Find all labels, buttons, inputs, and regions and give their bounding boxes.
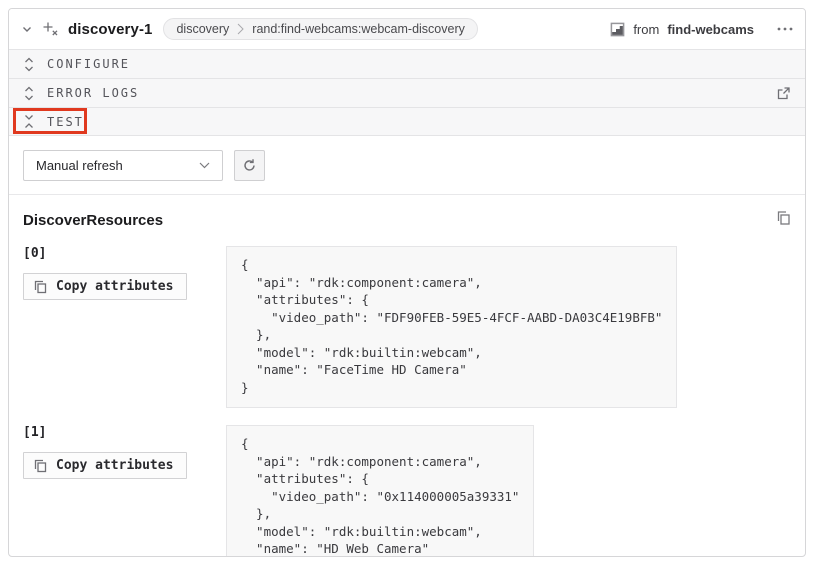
refresh-mode-select[interactable]: Manual refresh (23, 150, 223, 181)
copy-attributes-button[interactable]: Copy attributes (23, 273, 187, 300)
from-label: from (633, 22, 659, 37)
copy-attributes-label: Copy attributes (56, 458, 173, 473)
refresh-button[interactable] (234, 150, 265, 181)
refresh-mode-value: Manual refresh (36, 158, 123, 173)
copy-icon (34, 459, 47, 473)
section-label: TEST (47, 115, 84, 129)
copy-attributes-button[interactable]: Copy attributes (23, 452, 187, 479)
ellipsis-menu-icon[interactable] (777, 27, 793, 31)
badge-type: discovery (176, 22, 229, 36)
refresh-icon (242, 158, 257, 173)
resource-type-badge: discovery rand:find-webcams:webcam-disco… (163, 18, 477, 40)
unfold-icon (24, 86, 34, 101)
section-configure[interactable]: CONFIGURE (9, 49, 805, 78)
result-json: { "api": "rdk:component:camera", "attrib… (226, 425, 534, 557)
chevron-down-icon (199, 162, 210, 169)
copy-attributes-label: Copy attributes (56, 279, 173, 294)
fold-icon (24, 114, 34, 129)
result-item-0: [0] Copy attributes { "api": "rdk:compon… (23, 246, 791, 408)
open-external-icon[interactable] (776, 86, 791, 101)
unfold-icon (24, 57, 34, 72)
resource-header: discovery-1 discovery rand:find-webcams:… (9, 9, 805, 49)
chevron-down-icon[interactable] (21, 23, 33, 35)
result-index: [0] (23, 246, 226, 261)
module-icon (610, 22, 625, 37)
section-error-logs[interactable]: ERROR LOGS (9, 78, 805, 107)
copy-all-icon[interactable] (776, 210, 791, 226)
resource-title: discovery-1 (68, 21, 152, 38)
chevron-right-icon (237, 23, 244, 35)
copy-icon (34, 280, 47, 294)
result-index: [1] (23, 425, 226, 440)
test-panel: Manual refresh DiscoverResources (9, 136, 805, 557)
module-source: from find-webcams (610, 22, 754, 37)
method-name: DiscoverResources (23, 212, 163, 229)
badge-model: rand:find-webcams:webcam-discovery (252, 22, 465, 36)
discovery-sparkle-icon (42, 21, 59, 38)
section-test[interactable]: TEST (9, 107, 805, 136)
result-json: { "api": "rdk:component:camera", "attrib… (226, 246, 677, 408)
from-module-name: find-webcams (667, 22, 754, 37)
section-label: CONFIGURE (47, 57, 130, 71)
result-item-1: [1] Copy attributes { "api": "rdk:compon… (23, 425, 791, 557)
resource-card: discovery-1 discovery rand:find-webcams:… (8, 8, 806, 557)
section-label: ERROR LOGS (47, 86, 139, 100)
